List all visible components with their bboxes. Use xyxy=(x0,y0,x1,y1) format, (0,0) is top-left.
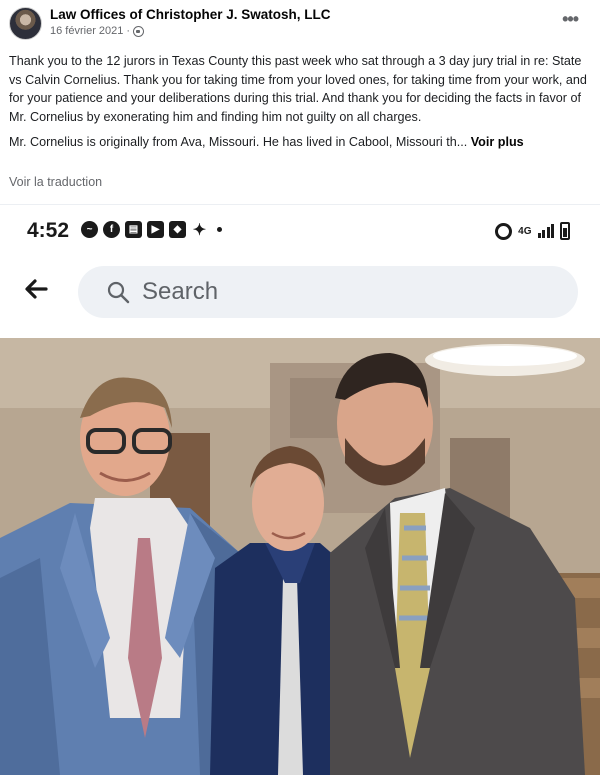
post-author[interactable]: Law Offices of Christopher J. Swatosh, L… xyxy=(50,7,331,22)
post-paragraph: Thank you to the 12 jurors in Texas Coun… xyxy=(9,54,587,124)
see-more-link[interactable]: Voir plus xyxy=(471,135,524,149)
battery-icon xyxy=(560,222,570,240)
post-paragraph: Mr. Cornelius is originally from Ava, Mi… xyxy=(9,133,587,152)
facebook-icon: f xyxy=(103,221,120,238)
network-type: 4G xyxy=(518,225,532,237)
post-paragraph-text: Mr. Cornelius is originally from Ava, Mi… xyxy=(9,135,468,150)
more-horizontal-icon[interactable]: ••• xyxy=(562,9,579,30)
post-meta: 16 février 2021 · xyxy=(50,25,145,37)
avatar[interactable] xyxy=(9,7,42,40)
globe-icon xyxy=(133,25,145,37)
alarm-icon xyxy=(495,222,513,240)
more-notifications-dot-icon xyxy=(217,227,222,232)
post-body: Thank you to the 12 jurors in Texas Coun… xyxy=(9,52,587,159)
embedded-phone-screenshot: 4:52 ~ f ▤ ▶ ◆ ✦ 4G Search xyxy=(0,204,600,327)
youtube-icon: ▶ xyxy=(147,221,164,238)
search-icon xyxy=(107,281,130,304)
search-input[interactable]: Search xyxy=(78,266,578,318)
post-header: Law Offices of Christopher J. Swatosh, L… xyxy=(0,0,600,46)
signal-icon xyxy=(537,224,554,238)
search-placeholder: Search xyxy=(142,278,219,305)
news-icon: ▤ xyxy=(125,221,142,238)
courtroom-photo xyxy=(0,338,600,775)
twitter-icon: ✦ xyxy=(192,221,207,239)
status-bar: 4:52 ~ f ▤ ▶ ◆ ✦ 4G xyxy=(0,205,600,257)
back-arrow-icon[interactable] xyxy=(22,275,50,303)
translate-link[interactable]: Voir la traduction xyxy=(9,175,102,189)
post-photo[interactable] xyxy=(0,338,600,775)
status-time: 4:52 xyxy=(27,219,70,242)
search-row: Search xyxy=(0,257,600,325)
post-date[interactable]: 16 février 2021 · xyxy=(50,25,130,37)
system-status: 4G xyxy=(495,222,570,240)
shopping-bag-icon: ◆ xyxy=(169,221,186,238)
messenger-icon: ~ xyxy=(81,221,98,238)
notification-icons: ~ f ▤ ▶ ◆ ✦ xyxy=(81,221,222,239)
